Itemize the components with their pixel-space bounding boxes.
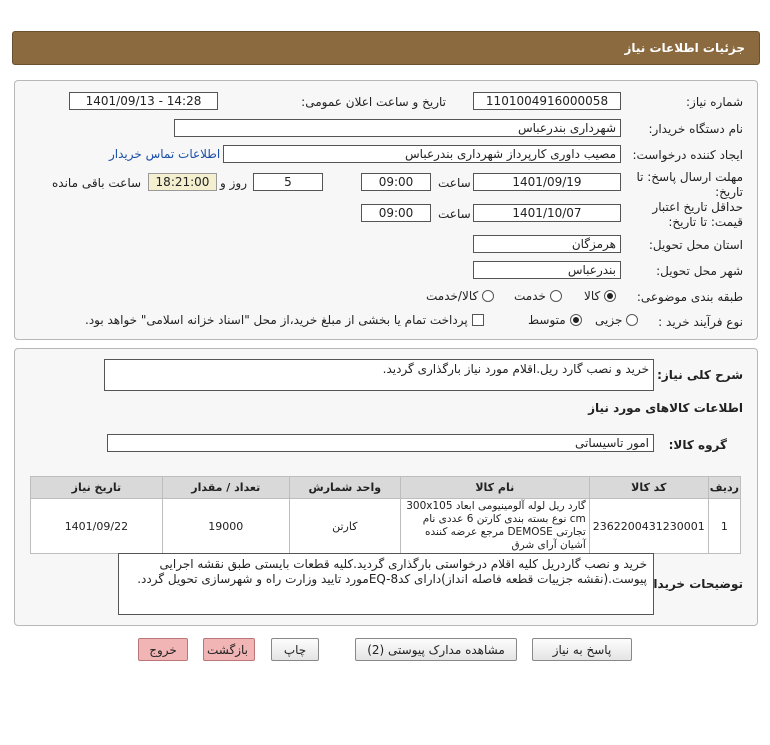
category-option-goods-label: کالا [584,289,601,303]
deadline-label-1: مهلت ارسال پاسخ: تا [636,170,743,184]
deadline-label-2: تاریخ: [715,185,743,199]
cell-date: 1401/09/22 [30,498,163,554]
exit-button[interactable]: خروج [138,638,188,661]
category-option-service-label: خدمت [514,289,546,303]
days-field: 5 [253,173,323,191]
days-label: روز و [220,176,247,190]
summary-field: خرید و نصب گارد ریل.اقلام مورد نیاز بارگ… [104,359,654,391]
city-field: بندرعباس [473,261,621,279]
process-option-minor[interactable]: جزیی [595,313,639,327]
remaining-label: ساعت باقی مانده [52,176,142,190]
province-field: هرمزگان [473,235,621,253]
category-radio-goods-service[interactable] [482,290,495,302]
summary-label: شرح کلی نیاز: [657,368,743,382]
goods-table: ردیف کد کالا نام کالا واحد شمارش تعداد /… [30,476,742,554]
category-option-goods-service[interactable]: کالا/خدمت [426,289,495,303]
process-option-minor-label: جزیی [595,313,623,327]
process-label: نوع فرآیند خرید : [658,315,743,329]
process-option-medium-label: متوسط [528,313,566,327]
back-button[interactable]: بازگشت [203,638,255,661]
buyer-notes-field: خرید و نصب گاردریل کلیه اقلام درخواستی ب… [118,553,654,615]
category-option-service[interactable]: خدمت [514,289,562,303]
deadline-hour-label: ساعت [438,176,471,190]
category-option-goods-service-label: کالا/خدمت [426,289,479,303]
print-button[interactable]: چاپ [271,638,319,661]
attachments-button[interactable]: مشاهده مدارک پیوستی (2) [355,638,517,661]
table-row: 1 2362200431230001 گارد ریل لوله آلومینی… [30,498,742,554]
treasury-checkbox[interactable] [471,314,484,326]
category-radio-goods[interactable] [604,290,617,302]
goods-group-label: گروه کالا: [668,438,727,452]
treasury-note: پرداخت تمام یا بخشی از مبلغ خرید،از محل … [85,313,468,327]
process-radio-medium[interactable] [569,314,582,326]
treasury-option[interactable]: پرداخت تمام یا بخشی از مبلغ خرید،از محل … [85,313,484,327]
validity-time-field: 09:00 [361,204,431,222]
process-radio-minor[interactable] [626,314,639,326]
validity-label-2: قیمت: تا تاریخ: [668,215,743,229]
cell-row: 1 [707,498,742,554]
col-qty: تعداد / مقدار [161,476,290,499]
page-title-bar: جزئیات اطلاعات نیاز [12,31,760,65]
reply-button[interactable]: پاسخ به نیاز [532,638,632,661]
buyer-contact-link[interactable]: اطلاعات تماس خریدار [109,147,220,161]
deadline-time-field: 09:00 [361,173,431,191]
page-title: جزئیات اطلاعات نیاز [624,41,745,55]
buyer-org-label: نام دستگاه خریدار: [648,122,744,136]
remaining-time-field: 18:21:00 [148,173,217,191]
validity-hour-label: ساعت [438,207,471,221]
validity-date-field: 1401/10/07 [473,204,621,222]
validity-label-1: حداقل تاریخ اعتبار [652,200,743,214]
goods-section-title: اطلاعات کالاهای مورد نیاز [588,401,743,415]
creator-label: ایجاد کننده درخواست: [632,148,743,162]
cell-qty: 19000 [161,498,290,554]
col-code: کد کالا [588,476,709,499]
process-option-medium[interactable]: متوسط [528,313,582,327]
creator-field: مصیب داوری کارپرداز شهرداری بندرعباس [223,145,621,163]
goods-group-field: امور تاسیساتی [107,434,654,452]
province-label: استان محل تحویل: [648,238,743,252]
category-radio-service[interactable] [549,290,562,302]
cell-name: گارد ریل لوله آلومینیومی ابعاد 300x105 c… [399,498,590,554]
category-option-goods[interactable]: کالا [584,289,617,303]
buyer-notes-label: توضیحات خریدار: [641,577,743,591]
col-unit: واحد شمارش [288,476,401,499]
col-name: نام کالا [399,476,590,499]
buyer-org-field: شهرداری بندرعباس [174,119,621,137]
cell-unit: کارتن [288,498,401,554]
goods-table-header: ردیف کد کالا نام کالا واحد شمارش تعداد /… [30,476,742,499]
need-number-label: شماره نیاز: [686,95,743,109]
category-label: طبقه بندی موضوعی: [636,290,743,304]
announce-field: 1401/09/13 - 14:28 [69,92,218,110]
col-date: تاریخ نیاز [30,476,163,499]
col-row: ردیف [707,476,742,499]
deadline-date-field: 1401/09/19 [473,173,621,191]
announce-label: تاریخ و ساعت اعلان عمومی: [301,95,446,109]
cell-code: 2362200431230001 [588,498,709,554]
city-label: شهر محل تحویل: [656,264,743,278]
need-number-field: 1101004916000058 [473,92,621,110]
